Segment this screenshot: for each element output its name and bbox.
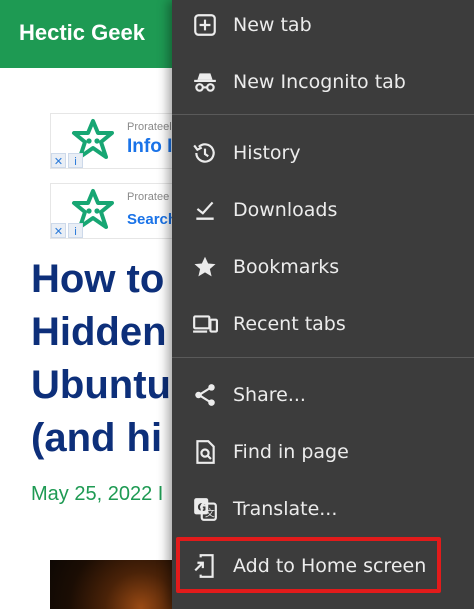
menu-item-recent-tabs[interactable]: Recent tabs (172, 295, 474, 352)
menu-item-label: History (233, 141, 301, 164)
article-thumbnail[interactable] (50, 560, 180, 609)
incognito-icon (191, 68, 219, 96)
ad-info-icon[interactable]: i (68, 223, 83, 238)
ad-banner[interactable]: Prorateel Info I ✕ i (50, 113, 180, 169)
menu-item-translate[interactable]: G文 Translate... (172, 480, 474, 537)
menu-item-share[interactable]: Share... (172, 366, 474, 423)
menu-item-label: Find in page (233, 440, 349, 463)
menu-item-label: New Incognito tab (233, 70, 406, 93)
ad-headline: Search (127, 211, 178, 228)
article-date: May 25, 2022 I (31, 483, 164, 505)
ad-headline: Info I (127, 136, 173, 157)
history-icon (191, 139, 219, 167)
headline-line: How to (31, 257, 165, 301)
menu-item-history[interactable]: History (172, 124, 474, 181)
recent-tabs-devices-icon (191, 310, 219, 338)
ad-info-icon[interactable]: i (68, 153, 83, 168)
bookmarks-star-icon (191, 253, 219, 281)
menu-item-downloads[interactable]: Downloads (172, 181, 474, 238)
menu-item-find-in-page[interactable]: Find in page (172, 423, 474, 480)
ad-sponsor: Proratee (127, 191, 170, 203)
menu-item-new-incognito-tab[interactable]: New Incognito tab (172, 53, 474, 110)
menu-item-new-tab[interactable]: New tab (172, 0, 474, 53)
menu-divider (172, 357, 474, 358)
menu-item-label: New tab (233, 13, 312, 36)
share-icon (191, 381, 219, 409)
menu-item-label: Downloads (233, 198, 338, 221)
menu-item-bookmarks[interactable]: Bookmarks (172, 238, 474, 295)
new-tab-icon (191, 11, 219, 39)
menu-divider (172, 114, 474, 115)
ad-close-icon[interactable]: ✕ (51, 223, 66, 238)
svg-text:文: 文 (205, 506, 215, 519)
site-title[interactable]: Hectic Geek (19, 20, 145, 46)
headline-line: Hidden (31, 310, 167, 354)
ad-banner[interactable]: Proratee Search ✕ i (50, 183, 180, 239)
translate-icon: G文 (191, 495, 219, 523)
downloads-icon (191, 196, 219, 224)
add-to-home-screen-icon (191, 552, 219, 580)
menu-item-label: Bookmarks (233, 255, 340, 278)
headline-line: (and hi (31, 416, 163, 460)
find-in-page-icon (191, 438, 219, 466)
ad-close-icon[interactable]: ✕ (51, 153, 66, 168)
menu-item-label: Share... (233, 383, 306, 406)
headline-line: Ubuntu (31, 363, 171, 407)
menu-item-add-to-home-screen[interactable]: Add to Home screen (172, 537, 474, 594)
menu-item-label: Add to Home screen (233, 554, 427, 577)
ad-sponsor: Prorateel (127, 121, 172, 133)
menu-item-label: Recent tabs (233, 312, 346, 335)
article-headline[interactable]: How to Hidden Ubuntu (and hi (31, 253, 191, 465)
menu-item-label: Translate... (233, 497, 338, 520)
overflow-menu: New tab New Incognito tab History Downlo… (172, 0, 474, 609)
